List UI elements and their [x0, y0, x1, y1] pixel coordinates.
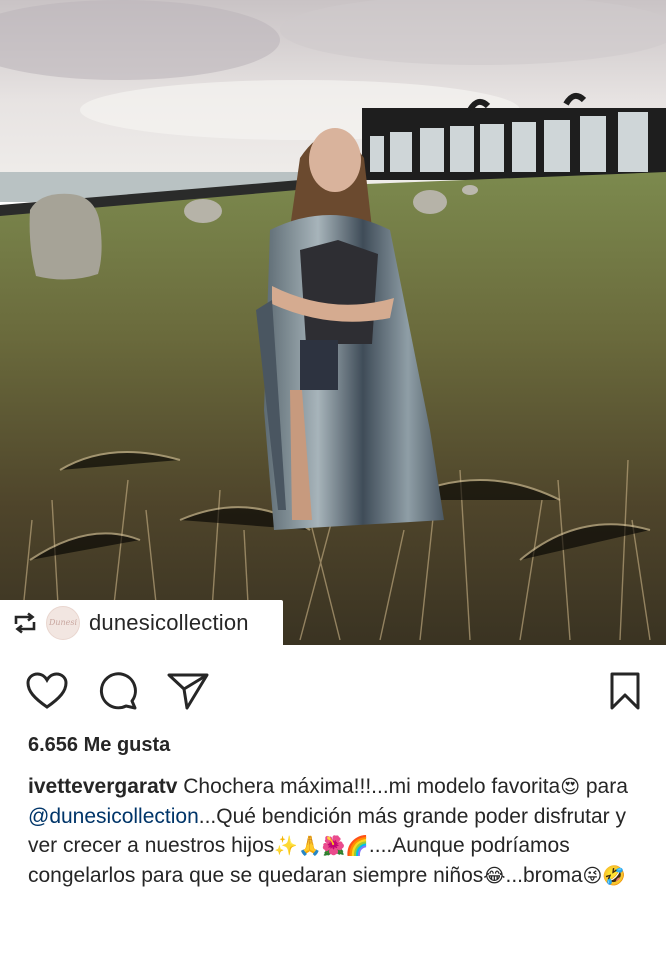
comment-icon: [99, 671, 139, 716]
action-bar: [0, 664, 666, 718]
caption-text: Chochera máxima!!!...mi modelo favorita: [177, 775, 561, 798]
heart-icon: [26, 671, 68, 715]
caption-emoji: 😜🤣: [582, 865, 626, 887]
send-icon: [167, 671, 209, 716]
caption-username[interactable]: ivettevergaratv: [28, 775, 177, 798]
caption-emoji: ✨🙏🌺🌈: [274, 835, 369, 857]
repost-attribution[interactable]: Dunesi dunesicollection: [0, 600, 283, 645]
repost-username[interactable]: dunesicollection: [89, 610, 249, 636]
likes-count[interactable]: 6.656 Me gusta: [28, 734, 170, 757]
save-button[interactable]: [602, 670, 648, 716]
like-button[interactable]: [24, 670, 70, 716]
post-photo[interactable]: Dunesi dunesicollection: [0, 0, 666, 645]
bookmark-icon: [608, 671, 642, 716]
post-caption: ivettevergaratv Chochera máxima!!!...mi …: [28, 772, 643, 891]
caption-emoji: 😂: [483, 865, 506, 887]
caption-emoji: 😍: [560, 776, 581, 798]
share-button[interactable]: [165, 670, 211, 716]
caption-mention[interactable]: @dunesicollection: [28, 805, 199, 828]
caption-text: ...broma: [505, 864, 583, 887]
comment-button[interactable]: [96, 670, 142, 716]
repost-icon: [10, 608, 40, 638]
avatar[interactable]: Dunesi: [46, 605, 80, 640]
caption-text: para: [580, 775, 628, 798]
